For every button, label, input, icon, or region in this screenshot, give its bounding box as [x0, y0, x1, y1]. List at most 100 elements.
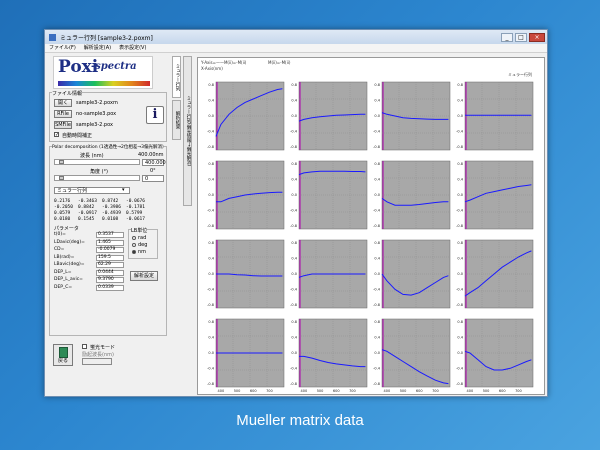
param-value: 0.3537 [96, 232, 124, 238]
close-button[interactable]: × [529, 32, 545, 42]
y-tick-label: 0.4 [374, 257, 380, 261]
matrix-select[interactable]: ミュラー行列 [54, 187, 130, 194]
x-tick-label: 500 [234, 389, 241, 393]
lb-unit-label: nm [138, 249, 147, 255]
param-name: LDavic(deg)= [54, 239, 85, 245]
y-tick-label: -0.4 [456, 209, 464, 213]
params-label: パラメータ [54, 226, 79, 232]
polarized-mode-checkbox[interactable] [82, 344, 87, 349]
open-button[interactable]: 開く [54, 99, 72, 107]
angle-slider-thumb[interactable] [59, 176, 64, 180]
exit-door-icon [58, 347, 68, 358]
window-title: ミュラー行列 [sample3-2.poxm] [60, 34, 153, 42]
tab-mueller-depolarization[interactable]: ミュラー行列(偏光情報→偏光解消) [183, 56, 192, 206]
plot-header-line3: X-Axis(nm) [201, 66, 223, 71]
y-tick-label: 0.8 [291, 83, 297, 87]
y-tick-label: -0.4 [373, 288, 381, 292]
x-tick-label: 500 [483, 389, 490, 393]
plot-cell-2-3: 0.8 0.4 0.0 -0.4 -0.8 [373, 160, 451, 230]
wavelength-display: 400.00nm [138, 152, 164, 158]
param-name: t(0)= [54, 232, 66, 237]
info-button[interactable]: i [146, 106, 164, 124]
y-tick-label: 0.0 [374, 114, 380, 118]
param-row: LBavic(deg)= 62.29 [54, 262, 128, 269]
x-tick-label: 500 [400, 389, 407, 393]
rfile-button[interactable]: RFile [54, 110, 72, 118]
y-tick-label: -0.8 [456, 224, 463, 228]
lb-unit-group: LB単位 rad deg nm [128, 227, 158, 259]
plot-cell-4-4: 0.8 0.4 0.0 -0.4 -0.8 400 500 600 700 [456, 318, 534, 393]
angle-label: 角度 (°) [90, 169, 108, 175]
poxi-spectra-logo: Poxi -spectra [53, 56, 153, 89]
back-button[interactable]: 戻る [53, 344, 73, 366]
lb-unit-deg[interactable]: deg [132, 242, 147, 248]
mueller-plot-grid: 0.8 0.4 0.0 -0.4 -0.8 0.8 0.4 0.0 -0.4 -0.8 0.8 0.4… [207, 81, 534, 393]
chevron-down-icon[interactable]: ▾ [122, 187, 125, 193]
y-tick-label: 0.8 [208, 162, 214, 166]
y-tick-label: -0.8 [290, 303, 297, 307]
smfile-name: sample3-2.pox [76, 122, 113, 128]
lb-unit-label: rad [138, 235, 147, 241]
y-tick-label: 0.8 [291, 320, 297, 324]
wavelength-slider[interactable] [54, 159, 140, 165]
plot-cell-3-2: 0.8 0.4 0.0 -0.4 -0.8 [290, 239, 368, 309]
y-tick-label: -0.8 [207, 224, 214, 228]
spectrum-bar [58, 81, 150, 86]
wavelength-slider-thumb[interactable] [59, 160, 64, 164]
y-tick-label: 0.0 [457, 114, 463, 118]
y-tick-label: 0.0 [457, 351, 463, 355]
y-tick-label: 0.8 [457, 162, 463, 166]
param-row: DEP_L= 0.0444 [54, 269, 128, 277]
plot-cell-3-1: 0.8 0.4 0.0 -0.4 -0.8 [207, 239, 285, 309]
matrix-cell: 0.1545 [78, 217, 95, 222]
tab-mueller-matrix[interactable]: ミュラー行列 [172, 56, 181, 98]
x-tick-label: 400 [218, 389, 225, 393]
wavelength-input[interactable]: 400.000 [142, 159, 166, 166]
plot-cell-3-3: 0.8 0.4 0.0 -0.4 -0.8 [373, 239, 451, 309]
maximize-button[interactable]: □ [515, 32, 527, 42]
lb-unit-nm[interactable]: nm [132, 249, 146, 255]
x-tick-label: 400 [301, 389, 308, 393]
menu-analysis[interactable]: 解析設定(A) [84, 44, 111, 52]
auto-correct-checkbox[interactable]: ✓ [54, 132, 59, 138]
polar-legend: Polar decomposition (1透過性→2位相差→3偏光解消) [52, 144, 164, 150]
plot-cell-4-2: 0.8 0.4 0.0 -0.4 -0.8 400 500 600 700 [290, 318, 368, 393]
x-tick-label: 700 [432, 389, 439, 393]
y-tick-label: 0.4 [374, 178, 380, 182]
y-tick-label: 0.0 [291, 272, 297, 276]
analyze-settings-button[interactable]: 解析設定 [130, 271, 158, 281]
param-name: DEP_L= [54, 269, 72, 275]
polarized-mode-label: 蛍光モード [90, 345, 116, 351]
excitation-input[interactable] [82, 358, 112, 365]
slide-caption: Mueller matrix data [236, 412, 364, 429]
back-button-label: 戻る [57, 358, 68, 364]
y-tick-label: -0.8 [207, 145, 214, 149]
y-tick-label: 0.8 [291, 241, 297, 245]
y-tick-label: -0.4 [207, 288, 215, 292]
lb-unit-rad[interactable]: rad [132, 235, 146, 241]
y-tick-label: -0.4 [290, 288, 298, 292]
rfile-name: no-sample3.pox [76, 111, 117, 117]
smfile-button[interactable]: SMFile [54, 121, 72, 129]
y-tick-label: -0.4 [373, 367, 381, 371]
angle-slider[interactable] [54, 175, 140, 181]
menu-view[interactable]: 表示設定(V) [119, 44, 146, 52]
app-icon [49, 33, 56, 41]
y-tick-label: 0.0 [291, 193, 297, 197]
plot-cell-2-1: 0.8 0.4 0.0 -0.4 -0.8 [207, 160, 285, 230]
y-tick-label: 0.0 [374, 193, 380, 197]
y-tick-label: 0.8 [457, 241, 463, 245]
y-tick-label: 0.8 [457, 83, 463, 87]
y-tick-label: 0.0 [208, 193, 214, 197]
minimize-button[interactable]: _ [501, 32, 513, 42]
menu-file[interactable]: ファイル(F) [49, 44, 76, 52]
angle-input[interactable]: 0 [142, 175, 164, 182]
y-tick-label: 0.4 [208, 99, 214, 103]
tab-analysis-results[interactable]: 解析結果 [172, 100, 181, 140]
radio-selected-icon [132, 249, 136, 254]
y-tick-label: 0.4 [208, 178, 214, 182]
y-tick-label: -0.4 [207, 130, 215, 134]
param-row: LB(rad)= 159.5 [54, 254, 128, 262]
plot-cell-1-3: 0.8 0.4 0.0 -0.4 -0.8 [373, 81, 451, 151]
y-tick-label: 0.0 [208, 351, 214, 355]
